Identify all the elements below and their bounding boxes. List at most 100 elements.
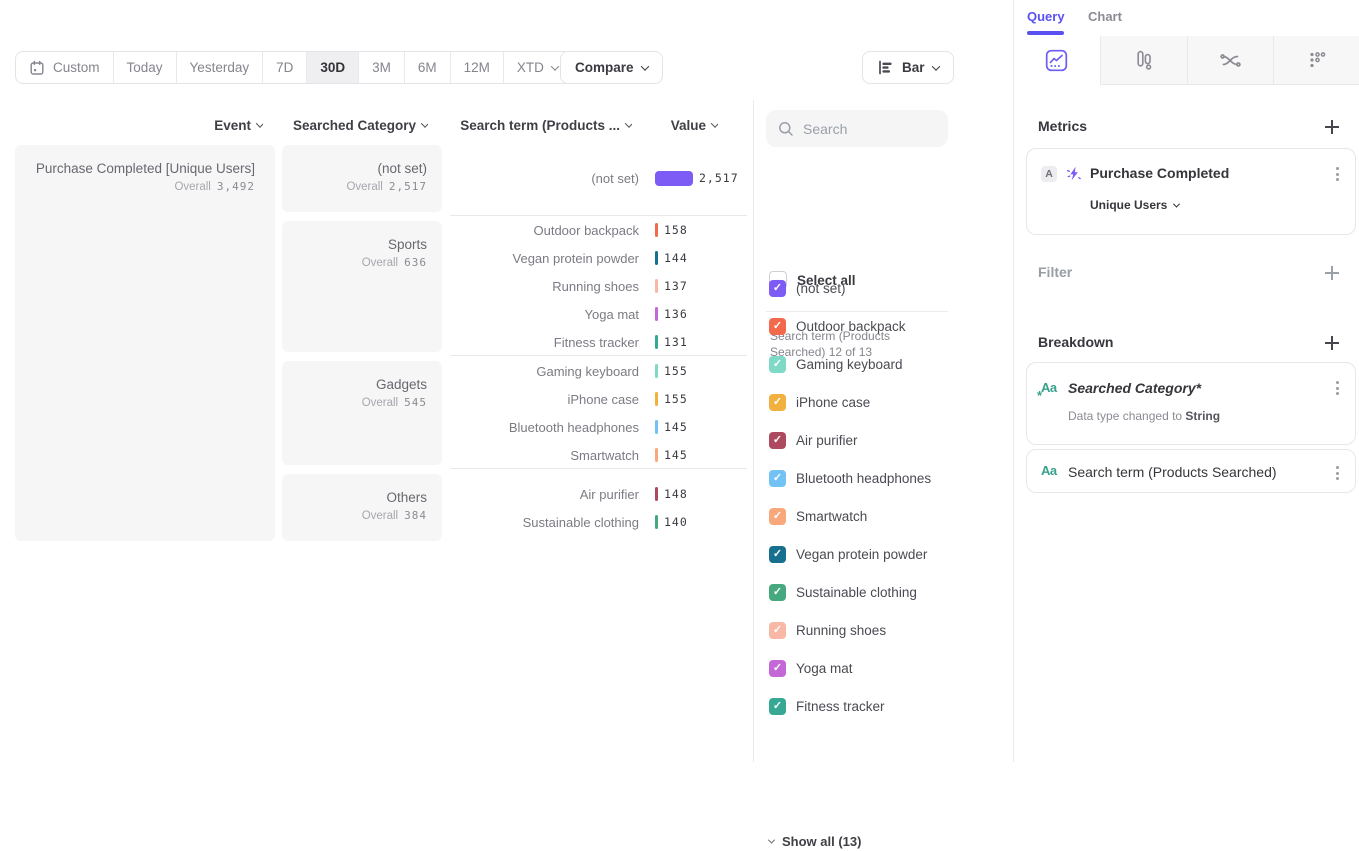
category-overall: Overall545 (282, 396, 427, 409)
compare-button[interactable]: Compare (560, 51, 663, 84)
legend-item-outdoor-backpack[interactable]: ✓Outdoor backpack (769, 307, 999, 345)
date-range-custom[interactable]: Custom (16, 52, 114, 83)
value-label: 131 (664, 328, 688, 356)
add-breakdown-button[interactable] (1325, 336, 1339, 350)
checkbox-checked-icon[interactable]: ✓ (769, 432, 786, 449)
term-row-running-shoes[interactable]: Running shoes137 (450, 272, 747, 300)
date-range-label: 6M (418, 60, 437, 75)
category-cell-sports[interactable]: SportsOverall636 (282, 221, 442, 352)
legend-item-fitness-tracker[interactable]: ✓Fitness tracker (769, 687, 999, 725)
category-cell-gadgets[interactable]: Gadgets Overall545 (282, 361, 442, 465)
checkbox-checked-icon[interactable]: ✓ (769, 698, 786, 715)
value-label: 148 (664, 480, 688, 508)
checkbox-checked-icon[interactable]: ✓ (769, 584, 786, 601)
column-header-searched-category[interactable]: Searched Category (282, 114, 428, 136)
checkbox-checked-icon[interactable]: ✓ (769, 280, 786, 297)
search-box[interactable] (766, 110, 948, 147)
tab-retention[interactable] (1273, 36, 1359, 85)
legend-item-bluetooth-headphones[interactable]: ✓Bluetooth headphones (769, 459, 999, 497)
checkbox-checked-icon[interactable]: ✓ (769, 622, 786, 639)
value-bar (655, 487, 658, 501)
checkbox-checked-icon[interactable]: ✓ (769, 356, 786, 373)
tab-query[interactable]: Query (1027, 9, 1065, 24)
breakdown-options-kebab-icon[interactable] (1332, 379, 1343, 397)
category-cell-others[interactable]: OthersOverall384 (282, 474, 442, 541)
metric-measurement-dropdown[interactable]: Unique Users (1090, 198, 1179, 212)
value-bar (655, 515, 658, 529)
legend-item-yoga-mat[interactable]: ✓Yoga mat (769, 649, 999, 687)
show-all-toggle[interactable]: Show all (13) (769, 831, 861, 851)
legend-item-label: (not set) (796, 281, 846, 296)
term-row-bluetooth-headphones[interactable]: Bluetooth headphones145 (450, 413, 747, 441)
value-bar (655, 364, 658, 378)
term-label: Smartwatch (450, 441, 639, 469)
column-header-value[interactable]: Value (650, 114, 718, 136)
column-header-event[interactable]: Event (140, 114, 263, 136)
term-row-sustainable-clothing[interactable]: Sustainable clothing140 (450, 508, 747, 536)
value-bar (655, 251, 658, 265)
term-label: Gaming keyboard (450, 357, 639, 385)
value-label: 136 (664, 300, 688, 328)
chevron-down-icon (551, 62, 559, 70)
tab-flows[interactable] (1187, 36, 1274, 85)
term-row-air-purifier[interactable]: Air purifier148 (450, 480, 747, 508)
category-cell-not-set[interactable]: (not set)Overall2,517 (282, 145, 442, 212)
date-range-3m[interactable]: 3M (359, 52, 405, 83)
add-filter-button[interactable] (1325, 266, 1339, 280)
value-bar (655, 307, 658, 321)
term-row-yoga-mat[interactable]: Yoga mat136 (450, 300, 747, 328)
term-row-smartwatch[interactable]: Smartwatch145 (450, 441, 747, 469)
metric-options-kebab-icon[interactable] (1332, 165, 1343, 183)
category-name: Gadgets (282, 376, 427, 393)
value-bar (655, 420, 658, 434)
legend-item-vegan-protein-powder[interactable]: ✓Vegan protein powder (769, 535, 999, 573)
breakdown-card-searched-category[interactable]: Aa* Searched Category* Data type changed… (1026, 362, 1356, 445)
metric-card[interactable]: A Purchase Completed Unique Users (1026, 148, 1356, 235)
add-metric-button[interactable] (1325, 120, 1339, 134)
date-range-6m[interactable]: 6M (405, 52, 451, 83)
chevron-down-icon (1173, 200, 1180, 207)
tab-chart[interactable]: Chart (1088, 9, 1122, 24)
breakdown-options-kebab-icon[interactable] (1332, 464, 1343, 482)
term-row-fitness-tracker[interactable]: Fitness tracker 131 (450, 328, 747, 356)
checkbox-checked-icon[interactable]: ✓ (769, 546, 786, 563)
term-row-outdoor-backpack[interactable]: Outdoor backpack158 (450, 216, 747, 244)
legend-item-not-set[interactable]: ✓ (not set) (769, 269, 999, 307)
metrics-heading: Metrics (1038, 118, 1087, 134)
term-row-gaming-keyboard[interactable]: Gaming keyboard155 (450, 357, 747, 385)
date-range-label: 12M (464, 60, 490, 75)
chart-type-button[interactable]: Bar (862, 51, 954, 84)
tab-funnels[interactable] (1100, 36, 1187, 85)
search-input[interactable] (803, 121, 933, 137)
checkbox-checked-icon[interactable]: ✓ (769, 660, 786, 677)
legend-item-smartwatch[interactable]: ✓Smartwatch (769, 497, 999, 535)
report-type-tabs (1014, 36, 1359, 85)
date-range-7d[interactable]: 7D (263, 52, 307, 83)
legend-item-sustainable-clothing[interactable]: ✓Sustainable clothing (769, 573, 999, 611)
breakdown-card-search-term[interactable]: Aa Search term (Products Searched) (1026, 449, 1356, 493)
legend-item-gaming-keyboard[interactable]: ✓Gaming keyboard (769, 345, 999, 383)
column-header-search-term[interactable]: Search term (Products ... (450, 114, 632, 136)
legend-panel: − Select all Search term (Products Searc… (753, 100, 1013, 762)
legend-item-iphone-case[interactable]: ✓iPhone case (769, 383, 999, 421)
date-range-30d[interactable]: 30D (307, 52, 359, 83)
checkbox-checked-icon[interactable]: ✓ (769, 394, 786, 411)
legend-item-air-purifier[interactable]: ✓Air purifier (769, 421, 999, 459)
checkbox-checked-icon[interactable]: ✓ (769, 318, 786, 335)
term-row-vegan-protein-powder[interactable]: Vegan protein powder144 (450, 244, 747, 272)
string-property-icon: Aa* (1041, 380, 1061, 398)
value-bar (655, 279, 658, 293)
date-range-today[interactable]: Today (114, 52, 177, 83)
tab-insights[interactable] (1014, 36, 1100, 85)
term-row-iphone-case[interactable]: iPhone case155 (450, 385, 747, 413)
event-overall: Overall3,492 (15, 180, 255, 193)
term-row-not-set[interactable]: (not set)2,517 (450, 164, 747, 192)
chevron-down-icon (768, 836, 775, 843)
date-range-12m[interactable]: 12M (451, 52, 504, 83)
date-range-yesterday[interactable]: Yesterday (177, 52, 264, 83)
checkbox-checked-icon[interactable]: ✓ (769, 470, 786, 487)
checkbox-checked-icon[interactable]: ✓ (769, 508, 786, 525)
event-cell[interactable]: Purchase Completed [Unique Users] Overal… (15, 145, 275, 541)
term-label: Fitness tracker (450, 328, 639, 356)
legend-item-running-shoes[interactable]: ✓Running shoes (769, 611, 999, 649)
